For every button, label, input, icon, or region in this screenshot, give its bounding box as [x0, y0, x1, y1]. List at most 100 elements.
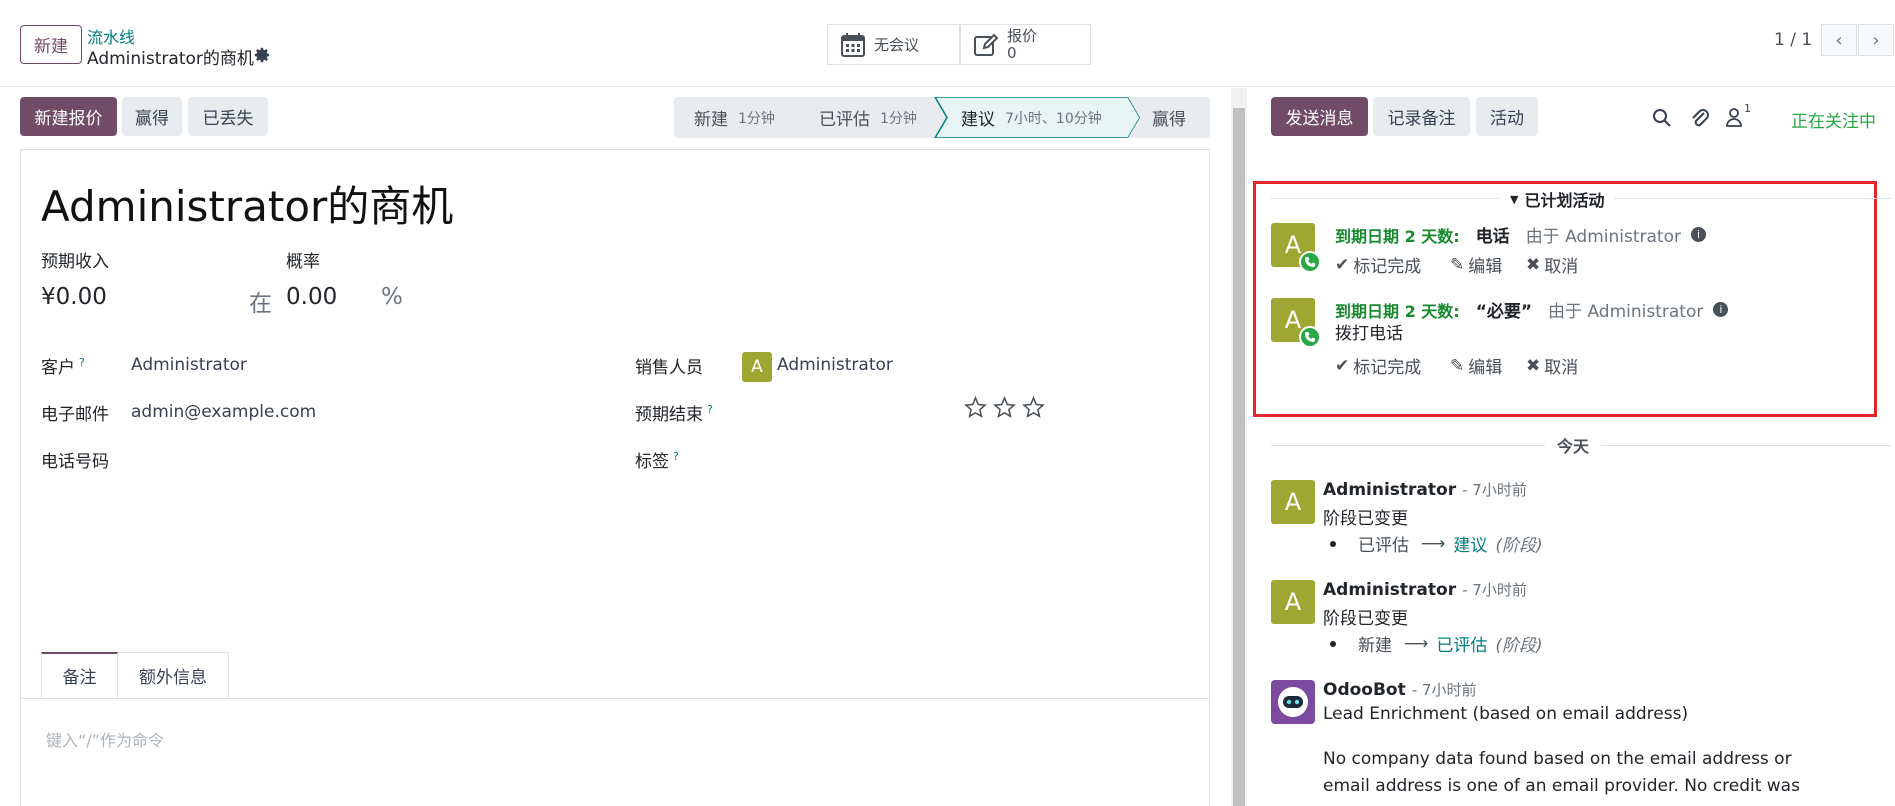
- chevron-right-icon: ›: [1872, 29, 1880, 51]
- new-record-button[interactable]: 新建: [20, 25, 82, 64]
- followers-icon[interactable]: [1725, 107, 1743, 127]
- message-author: Administrator - 7小时前: [1323, 580, 1527, 600]
- send-message-button[interactable]: 发送消息: [1271, 97, 1368, 136]
- salesperson-label: 销售人员: [635, 358, 703, 378]
- cancel-link[interactable]: ✖ 取消: [1526, 252, 1578, 278]
- notes-editor[interactable]: 键入“/”作为命令: [46, 727, 164, 751]
- control-panel: 新建 流水线 Administrator的商机 无会议 报价 0 1 / 1 ‹…: [0, 0, 1895, 87]
- new-quotation-button[interactable]: 新建报价: [20, 97, 117, 136]
- tab-notes[interactable]: 备注: [41, 652, 118, 698]
- email-label: 电子邮件: [41, 405, 109, 425]
- expected-revenue-input[interactable]: ¥0.00: [41, 284, 107, 310]
- search-icon[interactable]: [1652, 108, 1672, 128]
- pager-value[interactable]: 1 / 1: [1774, 30, 1812, 50]
- probability-label: 概率: [286, 252, 320, 272]
- activity-note: 拨打电话: [1335, 324, 1403, 344]
- stage-qualified[interactable]: 已评估 1分钟: [819, 97, 917, 138]
- close-icon: ✖: [1526, 355, 1541, 376]
- help-tooltip[interactable]: ?: [707, 403, 713, 416]
- expected-closing-field[interactable]: [742, 396, 942, 426]
- mark-won-button[interactable]: 赢得: [122, 97, 182, 136]
- arrow-right-icon: ⟶: [1404, 633, 1429, 654]
- pencil-square-icon: [974, 33, 999, 56]
- message-body: 阶段已变更: [1323, 609, 1408, 629]
- info-icon[interactable]: i: [1713, 302, 1729, 317]
- form-sheet: Administrator的商机 预期收入 ¥0.00 概率 在 0.00 % …: [20, 149, 1210, 806]
- message-author: Administrator - 7小时前: [1323, 480, 1527, 500]
- mark-lost-button[interactable]: 已丢失: [188, 97, 268, 136]
- pager-previous-button[interactable]: ‹: [1821, 24, 1857, 56]
- email-field[interactable]: admin@example.com: [131, 402, 316, 422]
- avatar: A: [1271, 580, 1315, 624]
- today-label: 今天: [1545, 433, 1602, 457]
- info-icon[interactable]: i: [1690, 227, 1706, 242]
- activity-assignee: 由于 Administrator: [1548, 302, 1704, 322]
- phone-icon: [1299, 326, 1321, 348]
- calendar-icon: [841, 32, 865, 57]
- percent-sign: %: [381, 284, 403, 310]
- message-time: - 7小时前: [1462, 581, 1527, 599]
- salesperson-field[interactable]: Administrator: [777, 355, 893, 375]
- pencil-icon: ✎: [1450, 355, 1465, 376]
- edit-link[interactable]: ✎ 编辑: [1450, 252, 1502, 278]
- help-tooltip[interactable]: ?: [673, 450, 679, 463]
- pencil-icon: ✎: [1450, 254, 1465, 275]
- quotation-label: 报价: [1007, 26, 1038, 45]
- mark-done-link[interactable]: ✔ 标记完成: [1335, 252, 1421, 278]
- probability-input[interactable]: 0.00: [286, 284, 337, 310]
- activities-button[interactable]: 活动: [1476, 97, 1538, 136]
- activity-due: 到期日期 2 天数:: [1335, 226, 1460, 246]
- activity-assignee: 由于 Administrator: [1525, 227, 1681, 247]
- odoobot-avatar: [1271, 680, 1315, 724]
- planned-activities-toggle[interactable]: ▼ 已计划活动: [1500, 187, 1615, 211]
- following-button[interactable]: 正在关注中: [1791, 107, 1876, 132]
- breadcrumb-current: Administrator的商机: [87, 49, 254, 69]
- expected-closing-label: 预期结束?: [635, 403, 713, 425]
- tracking-value: 新建 ⟶ 已评估 (阶段): [1330, 631, 1543, 656]
- star-icon[interactable]: [1022, 396, 1045, 419]
- edit-link[interactable]: ✎ 编辑: [1450, 353, 1502, 379]
- meeting-label: 无会议: [874, 36, 920, 54]
- cancel-link[interactable]: ✖ 取消: [1526, 353, 1578, 379]
- phone-icon: [1299, 251, 1321, 273]
- at-label: 在: [249, 291, 272, 317]
- priority-stars: [964, 396, 1045, 419]
- opportunity-title[interactable]: Administrator的商机: [41, 173, 453, 234]
- close-icon: ✖: [1526, 254, 1541, 275]
- stage-won[interactable]: 赢得: [1152, 97, 1186, 138]
- avatar: A: [742, 352, 772, 382]
- message-body: 阶段已变更: [1323, 509, 1408, 529]
- log-note-button[interactable]: 记录备注: [1373, 97, 1470, 136]
- mark-done-link[interactable]: ✔ 标记完成: [1335, 353, 1421, 379]
- phone-field[interactable]: [131, 442, 531, 472]
- customer-field[interactable]: Administrator: [131, 355, 247, 375]
- star-icon[interactable]: [993, 396, 1016, 419]
- message-body: Lead Enrichment (based on email address): [1323, 704, 1689, 724]
- gear-icon[interactable]: [253, 46, 273, 66]
- avatar: A: [1271, 480, 1315, 524]
- stage-proposition[interactable]: 建议 7小时、10分钟: [961, 97, 1102, 138]
- tags-label: 标签?: [635, 450, 679, 472]
- star-icon[interactable]: [964, 396, 987, 419]
- meeting-smart-button[interactable]: 无会议: [827, 24, 960, 65]
- tracking-value: 已评估 ⟶ 建议 (阶段): [1330, 531, 1543, 556]
- followers-count: 1: [1744, 102, 1751, 115]
- stage-new[interactable]: 新建 1分钟: [694, 97, 775, 138]
- message-body: email address is one of an email provide…: [1323, 776, 1800, 796]
- tab-extra-info[interactable]: 额外信息: [118, 652, 229, 698]
- message-time: - 7小时前: [1411, 681, 1477, 699]
- tags-field[interactable]: [742, 442, 1142, 472]
- quotation-smart-button[interactable]: 报价 0: [960, 24, 1091, 65]
- paperclip-icon[interactable]: [1690, 107, 1710, 129]
- customer-label: 客户?: [41, 356, 85, 378]
- tabs-divider: [21, 698, 1209, 699]
- activity-type: 电话: [1475, 227, 1510, 247]
- expected-revenue-label: 预期收入: [41, 252, 109, 272]
- scrollbar[interactable]: [1231, 88, 1247, 806]
- scrollbar-thumb[interactable]: [1233, 108, 1245, 806]
- pager-next-button[interactable]: ›: [1858, 24, 1894, 56]
- quotation-count: 0: [1007, 43, 1017, 62]
- help-tooltip[interactable]: ?: [79, 356, 85, 369]
- chevron-left-icon: ‹: [1835, 29, 1843, 51]
- arrow-right-icon: ⟶: [1421, 533, 1446, 554]
